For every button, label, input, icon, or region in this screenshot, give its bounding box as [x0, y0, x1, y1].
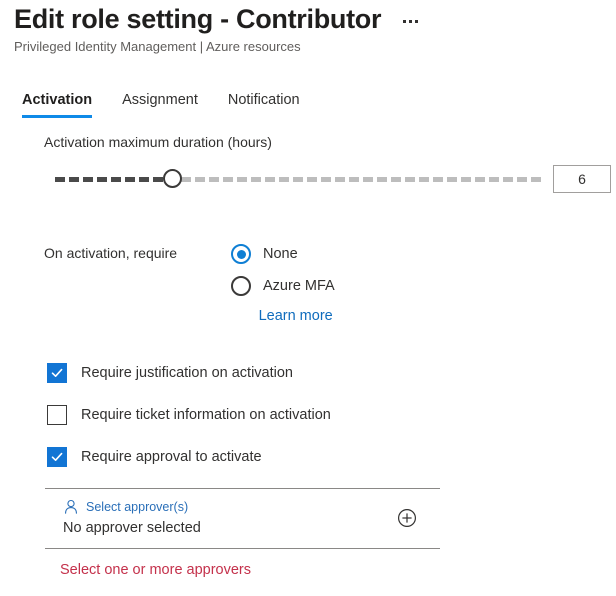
- checkbox-label-require-ticket-info: Require ticket information on activation: [81, 407, 331, 423]
- checkmark-icon: [47, 363, 67, 383]
- duration-slider[interactable]: [55, 168, 545, 190]
- approver-section: Select approver(s) No approver selected: [0, 488, 616, 549]
- learn-more-link[interactable]: Learn more: [259, 308, 335, 324]
- radio-mark-none: [231, 244, 251, 264]
- duration-label: Activation maximum duration (hours): [44, 134, 272, 150]
- select-approvers-label: Select approver(s): [86, 500, 189, 514]
- page-header: Edit role setting - Contributor Privileg…: [0, 0, 616, 56]
- radio-mark-azure-mfa: [231, 276, 251, 296]
- tab-activation[interactable]: Activation: [22, 88, 93, 118]
- select-approvers-button[interactable]: Select approver(s): [63, 499, 201, 515]
- activation-requirement-label: On activation, require: [44, 245, 178, 261]
- tab-assignment[interactable]: Assignment: [122, 88, 198, 118]
- person-icon: [65, 499, 77, 514]
- title-row: Edit role setting - Contributor: [0, 0, 616, 36]
- radio-label-azure-mfa: Azure MFA: [263, 278, 335, 294]
- requirements-checkbox-group: Require justification on activation Requ…: [0, 362, 616, 468]
- approver-error-message: Select one or more approvers: [60, 562, 252, 578]
- settings-form: Activation maximum duration (hours) 6 On…: [0, 132, 616, 578]
- radio-label-none: None: [263, 246, 298, 262]
- slider-track-filled: [55, 177, 167, 182]
- slider-thumb[interactable]: [163, 169, 182, 188]
- radio-azure-mfa[interactable]: Azure MFA: [231, 273, 335, 299]
- checkbox-label-require-approval: Require approval to activate: [81, 449, 262, 465]
- ellipsis-dot: [402, 19, 406, 23]
- checkmark-icon: [47, 405, 67, 425]
- page-title: Edit role setting - Contributor: [14, 4, 382, 34]
- activation-requirement-options: None Azure MFA Learn more: [231, 241, 335, 324]
- checkbox-require-justification[interactable]: Require justification on activation: [47, 362, 616, 384]
- checkbox-label-require-justification: Require justification on activation: [81, 365, 293, 381]
- checkbox-require-ticket-info[interactable]: Require ticket information on activation: [47, 404, 616, 426]
- checkbox-require-approval[interactable]: Require approval to activate: [47, 446, 616, 468]
- checkmark-icon: [47, 447, 67, 467]
- tab-bar: Activation Assignment Notification: [0, 88, 330, 118]
- tab-notification[interactable]: Notification: [228, 88, 300, 118]
- ellipsis-dot: [414, 19, 418, 23]
- ellipsis-icon[interactable]: [397, 11, 423, 31]
- approver-status: No approver selected: [63, 520, 201, 536]
- approver-row: Select approver(s) No approver selected: [45, 489, 440, 548]
- radio-none[interactable]: None: [231, 241, 335, 267]
- ellipsis-dot: [408, 19, 412, 23]
- approver-texts: Select approver(s) No approver selected: [45, 499, 201, 536]
- duration-value-input[interactable]: 6: [553, 165, 611, 193]
- duration-slider-row: 6: [0, 165, 616, 193]
- breadcrumb: Privileged Identity Management | Azure r…: [14, 39, 301, 54]
- activation-requirement-section: On activation, require None Azure MFA Le…: [0, 241, 616, 324]
- approver-divider-bottom: [45, 548, 440, 549]
- plus-circle-icon[interactable]: [396, 507, 418, 529]
